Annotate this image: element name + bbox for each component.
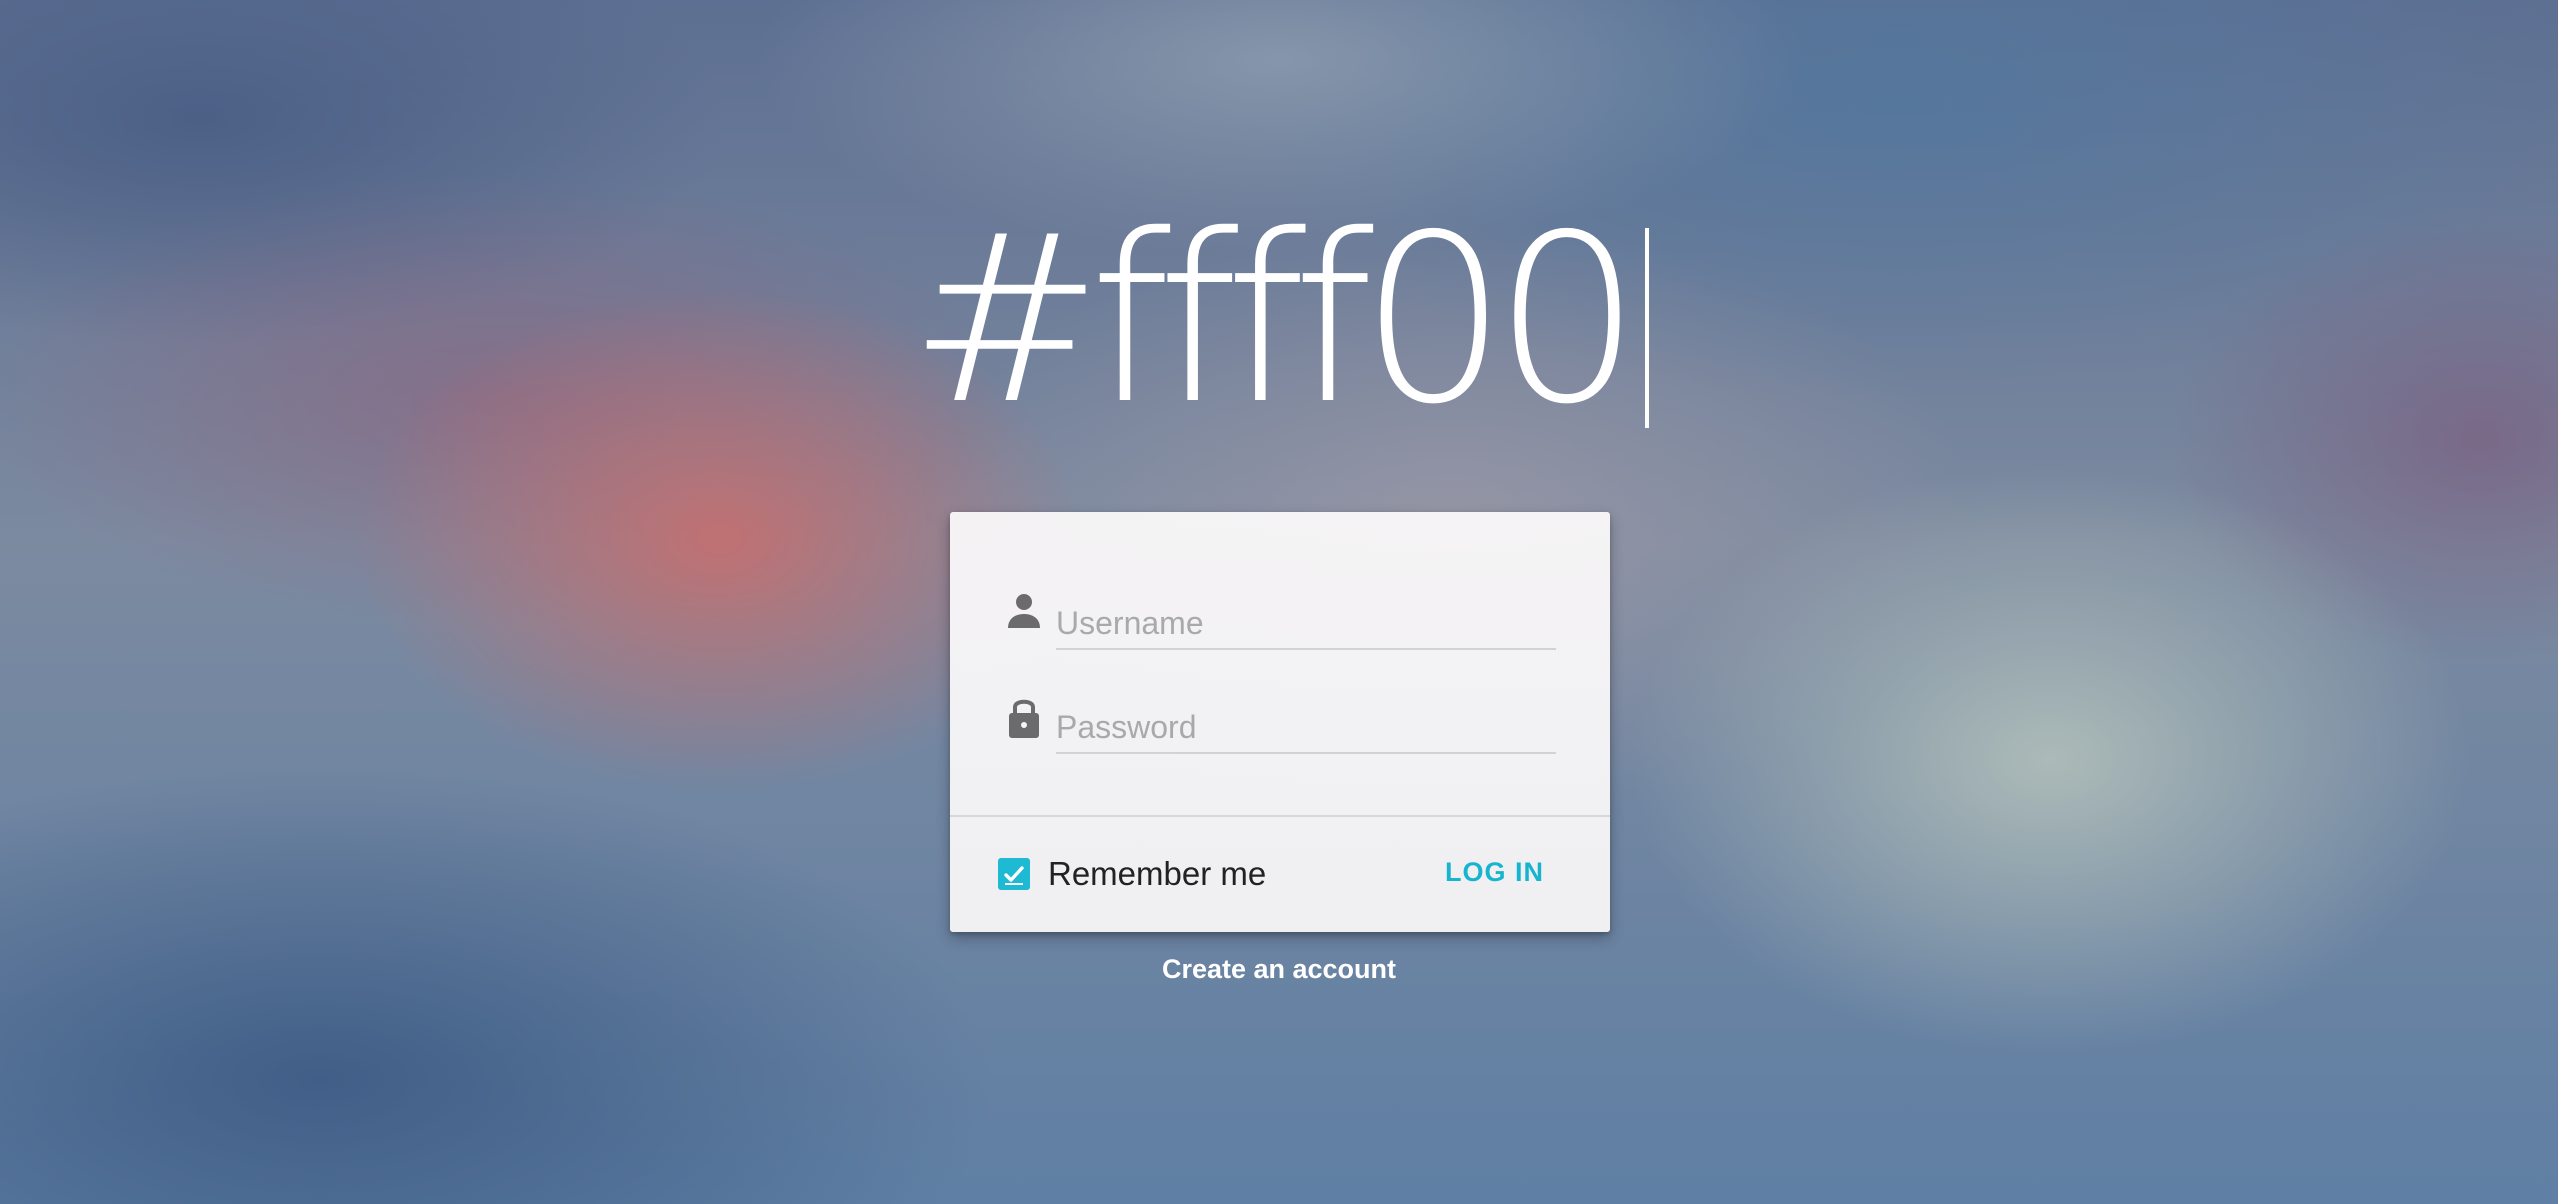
- remember-me-label: Remember me: [1048, 855, 1267, 892]
- lock-icon: [1004, 694, 1044, 740]
- headline-text: #ffff00: [908, 185, 1641, 455]
- username-input[interactable]: [1056, 582, 1556, 650]
- login-button[interactable]: LOG IN: [1445, 853, 1544, 892]
- card-footer: Remember me LOG IN: [950, 817, 1610, 932]
- login-card: Remember me LOG IN: [950, 512, 1610, 932]
- remember-me-toggle[interactable]: Remember me: [998, 855, 1267, 892]
- person-icon: [1004, 590, 1044, 636]
- password-input[interactable]: [1056, 686, 1556, 754]
- username-field: [1004, 582, 1556, 652]
- checkmark-icon: [1004, 866, 1024, 885]
- create-account-link[interactable]: Create an account: [0, 954, 2558, 985]
- remember-me-checkbox[interactable]: [998, 858, 1030, 890]
- text-caret: [1645, 228, 1650, 428]
- password-field: [1004, 686, 1556, 756]
- hero-headline: #ffff00: [0, 200, 2558, 440]
